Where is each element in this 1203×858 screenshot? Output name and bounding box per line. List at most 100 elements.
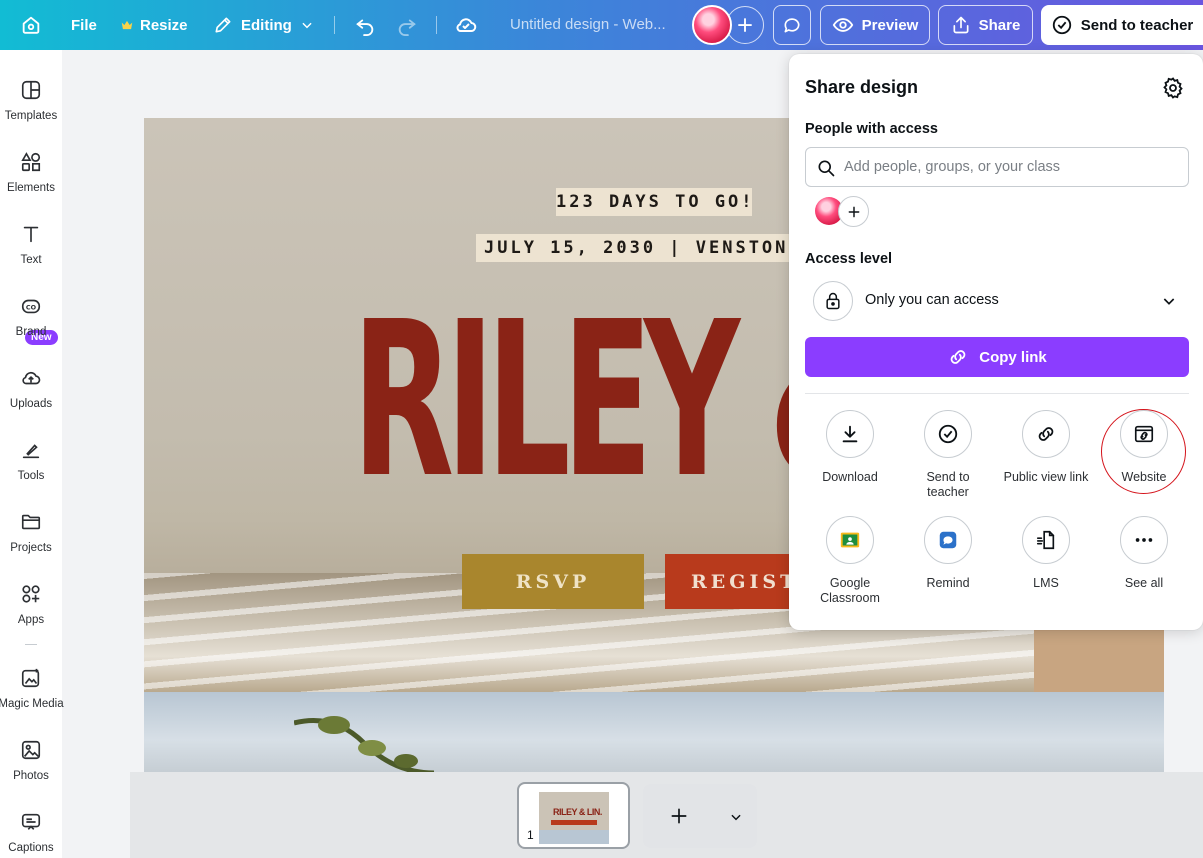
panel-divider [805, 393, 1189, 394]
add-page-button[interactable] [643, 784, 757, 848]
countdown-text[interactable]: 123 DAYS TO GO! [556, 188, 752, 216]
sidebar-item-label: Photos [13, 770, 49, 782]
templates-icon [19, 78, 43, 102]
sidebar-item-label: Apps [17, 614, 45, 626]
cloud-check-icon [456, 18, 477, 32]
brand-icon: CO [19, 294, 43, 318]
share-option-send-to-teacher[interactable]: Send to teacher [899, 410, 997, 500]
preview-button[interactable]: Preview [820, 5, 930, 45]
access-level-label: Access level [805, 251, 893, 267]
sidebar-item-label: Tools [17, 470, 45, 482]
pencil-icon [215, 17, 231, 33]
lock-icon [813, 281, 853, 321]
sidebar-item-label: Elements [7, 182, 55, 194]
sidebar-item-magic-media[interactable]: Magic Media [0, 666, 64, 710]
leaf-branch-photo [294, 716, 434, 772]
toolbar-divider [436, 16, 437, 34]
resize-label: Resize [140, 16, 188, 34]
google-classroom-icon [826, 516, 874, 564]
send-to-teacher-button[interactable]: Send to teacher [1041, 5, 1203, 45]
photos-icon [19, 738, 43, 762]
share-icon [953, 16, 969, 34]
plus-icon [848, 206, 859, 217]
thumbnail-title: RILEY & LIN. [553, 807, 602, 817]
rsvp-button[interactable]: RSVP [462, 554, 644, 609]
preview-label: Preview [861, 16, 919, 34]
text-icon [19, 222, 43, 246]
share-option-google-classroom[interactable]: Google Classroom [801, 516, 899, 606]
sidebar-item-captions[interactable]: Captions [0, 810, 62, 854]
undo-button[interactable] [354, 0, 376, 50]
eye-icon [832, 18, 853, 32]
redo-button[interactable] [396, 0, 418, 50]
link-icon [950, 350, 966, 364]
sidebar-item-text[interactable]: Text [0, 222, 62, 266]
sidebar-item-tools[interactable]: Tools [0, 438, 62, 482]
home-button[interactable] [20, 0, 42, 50]
sidebar-divider [25, 644, 37, 645]
thumbnail-preview: RILEY & LIN. [539, 792, 609, 844]
sidebar-item-label: Text [20, 254, 42, 266]
document-title[interactable]: Untitled design - Web... [510, 0, 666, 50]
chevron-down-icon[interactable] [729, 810, 743, 824]
access-level-value: Only you can access [865, 292, 999, 308]
send-to-teacher-label: Send to teacher [1080, 16, 1194, 34]
plus-icon [671, 808, 687, 824]
share-option-label: Remind [926, 576, 970, 590]
svg-text:CO: CO [26, 304, 37, 312]
remind-icon [924, 516, 972, 564]
more-icon [1120, 516, 1168, 564]
share-option-label: Download [822, 470, 878, 484]
sidebar-item-label: Brand [15, 326, 47, 338]
save-status-button[interactable] [454, 0, 478, 50]
add-collaborator-button[interactable] [838, 196, 869, 227]
share-option-remind[interactable]: Remind [899, 516, 997, 591]
add-people-field[interactable] [805, 147, 1189, 187]
resize-button[interactable]: Resize [120, 0, 188, 50]
check-circle-icon [1052, 15, 1071, 35]
access-level-select[interactable]: Only you can access [805, 279, 1189, 323]
chevron-down-icon [1163, 298, 1175, 305]
copy-link-button[interactable]: Copy link [805, 337, 1189, 377]
sidebar-item-apps[interactable]: Apps [0, 582, 62, 626]
send-to-teacher-icon [924, 410, 972, 458]
undo-icon [356, 19, 374, 36]
headline-text[interactable]: RILEY & L [352, 301, 848, 501]
file-label: File [71, 16, 97, 34]
share-label: Share [978, 16, 1021, 34]
share-option-lms[interactable]: LMS [997, 516, 1095, 591]
sidebar-item-projects[interactable]: Projects [0, 510, 62, 554]
share-option-see-all[interactable]: See all [1095, 516, 1193, 591]
chevron-down-icon [302, 22, 312, 29]
editing-menu[interactable]: Editing [213, 0, 314, 50]
uploads-icon [19, 366, 43, 390]
share-option-public-view-link[interactable]: Public view link [997, 410, 1095, 485]
sidebar-item-elements[interactable]: Elements [0, 150, 62, 194]
comments-button[interactable] [773, 5, 811, 45]
date-location-text[interactable]: JULY 15, 2030 | VENSTON B [476, 234, 806, 262]
share-option-label: Google Classroom [820, 576, 880, 605]
share-option-label: LMS [1033, 576, 1059, 590]
sidebar-item-templates[interactable]: Templates [0, 78, 62, 122]
sidebar-item-brand[interactable]: CO Brand [0, 294, 62, 338]
sidebar-item-photos[interactable]: Photos [0, 738, 62, 782]
share-option-download[interactable]: Download [801, 410, 899, 485]
copy-link-label: Copy link [979, 348, 1047, 366]
gear-icon[interactable] [1161, 76, 1185, 100]
thumbnail-button-bar [551, 820, 597, 825]
toolbar-divider [334, 16, 335, 34]
magic-media-icon [19, 666, 43, 690]
user-avatar[interactable] [692, 5, 732, 45]
crown-icon [121, 20, 133, 30]
page-thumbnail-1[interactable]: RILEY & LIN. 1 [517, 782, 630, 849]
share-button[interactable]: Share [938, 5, 1033, 45]
captions-icon [19, 810, 43, 834]
thumbnail-sky [539, 830, 609, 844]
search-icon [818, 160, 835, 177]
sidebar-item-uploads[interactable]: Uploads [0, 366, 62, 410]
share-option-label: Send to teacher [926, 470, 970, 499]
add-people-input[interactable] [844, 154, 1180, 180]
people-with-access-label: People with access [805, 121, 938, 137]
file-menu[interactable]: File [71, 0, 97, 50]
share-design-panel: Share design People with access Access l… [789, 54, 1203, 630]
